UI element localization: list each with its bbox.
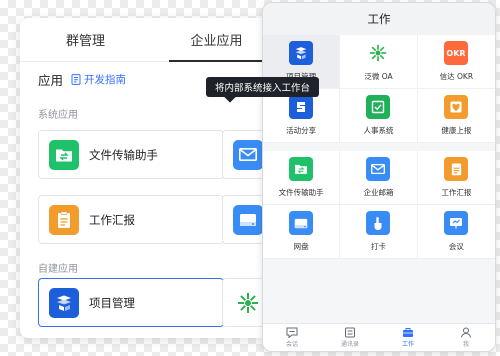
grid-item-drive[interactable]: 网盘 bbox=[263, 205, 341, 259]
dev-guide-label: 开发指南 bbox=[84, 73, 127, 86]
mobile-tabbar: 会话 通讯录 工作 我 bbox=[263, 323, 495, 351]
grid-item-label: 活动分享 bbox=[286, 126, 317, 135]
grid-item-label: 健康上报 bbox=[441, 126, 472, 135]
dev-guide-link[interactable]: 开发指南 bbox=[71, 72, 126, 87]
grid-item-label: 人事系统 bbox=[363, 126, 394, 135]
app-card-file-transfer[interactable]: 文件传输助手 bbox=[38, 130, 224, 179]
meeting-icon bbox=[444, 211, 469, 235]
app-card-work-report[interactable]: 工作汇报 bbox=[38, 195, 224, 244]
contacts-icon bbox=[345, 327, 355, 338]
project-icon bbox=[49, 287, 79, 318]
app-grid-system: 文件传输助手 企业邮箱 工作汇报 网盘 打卡 会议 bbox=[263, 151, 495, 259]
grid-item-activity-share[interactable]: 活动分享 bbox=[263, 89, 341, 143]
admin-tabs: 群管理 企业应用 bbox=[20, 18, 282, 62]
report-icon bbox=[444, 157, 469, 181]
svg-text:OKR: OKR bbox=[447, 49, 466, 58]
chat-icon bbox=[286, 327, 298, 338]
app-card-project-management[interactable]: 项目管理 bbox=[38, 278, 224, 327]
project-icon bbox=[289, 41, 314, 65]
tabbar-label: 我 bbox=[462, 341, 469, 348]
mail-icon bbox=[233, 139, 263, 170]
grid-item-enterprise-mail[interactable]: 企业邮箱 bbox=[340, 151, 418, 205]
grid-item-label: 打卡 bbox=[370, 242, 386, 251]
mail-icon bbox=[366, 157, 391, 181]
app-label: 工作汇报 bbox=[89, 212, 135, 227]
file-transfer-icon bbox=[289, 157, 314, 181]
file-transfer-icon bbox=[49, 139, 79, 170]
grid-item-label: 文件传输助手 bbox=[278, 188, 324, 197]
grid-item-health-report[interactable]: 健康上报 bbox=[417, 89, 495, 143]
tabbar-item-contacts[interactable]: 通讯录 bbox=[321, 324, 379, 351]
document-icon bbox=[71, 73, 81, 85]
grid-item-fanwei-oa[interactable]: 泛微 OA bbox=[340, 35, 418, 89]
mobile-preview: 工作 项目管理 泛微 OA OKR 信达 OKR 活动分享 bbox=[262, 2, 496, 352]
profile-icon bbox=[461, 327, 471, 338]
grid-item-okr[interactable]: OKR 信达 OKR bbox=[417, 35, 495, 89]
grid-item-label: 泛微 OA bbox=[364, 72, 393, 81]
tabbar-label: 会话 bbox=[285, 341, 298, 348]
app-label: 项目管理 bbox=[89, 295, 135, 310]
fanwei-oa-icon bbox=[233, 287, 263, 318]
tab-group-management[interactable]: 群管理 bbox=[20, 18, 151, 61]
tabbar-item-me[interactable]: 我 bbox=[437, 324, 495, 351]
tooltip: 将内部系统接入工作台 bbox=[206, 77, 320, 97]
fanwei-oa-icon bbox=[366, 41, 391, 65]
activity-share-icon bbox=[289, 95, 314, 119]
grid-item-hr-system[interactable]: 人事系统 bbox=[340, 89, 418, 143]
hr-icon bbox=[366, 95, 391, 119]
grid-item-clock-in[interactable]: 打卡 bbox=[340, 205, 418, 259]
grid-item-label: 企业邮箱 bbox=[363, 188, 394, 197]
admin-panel: 群管理 企业应用 应用 开发指南 系统应用 文件传输助手 工作汇报 自建应用 项… bbox=[20, 18, 282, 338]
grid-item-file-transfer[interactable]: 文件传输助手 bbox=[263, 151, 341, 205]
drive-icon bbox=[233, 204, 263, 235]
tabbar-item-work[interactable]: 工作 bbox=[379, 324, 437, 351]
grid-item-work-report[interactable]: 工作汇报 bbox=[417, 151, 495, 205]
section-title: 应用 bbox=[38, 72, 64, 88]
grid-item-meeting[interactable]: 会议 bbox=[417, 205, 495, 259]
custom-apps-label: 自建应用 bbox=[38, 264, 78, 275]
tabbar-label: 通讯录 bbox=[340, 341, 359, 348]
health-icon bbox=[444, 95, 469, 119]
grid-item-label: 会议 bbox=[448, 242, 464, 251]
system-apps-label: 系统应用 bbox=[38, 110, 78, 121]
clock-in-icon bbox=[366, 211, 391, 235]
mobile-title: 工作 bbox=[263, 3, 495, 35]
okr-icon: OKR bbox=[444, 41, 469, 65]
tabbar-label: 工作 bbox=[401, 341, 414, 348]
grid-item-label: 信达 OKR bbox=[439, 72, 474, 81]
work-icon bbox=[403, 328, 413, 337]
grid-item-label: 工作汇报 bbox=[441, 188, 472, 197]
report-icon bbox=[49, 204, 79, 235]
grid-item-label: 网盘 bbox=[293, 242, 309, 251]
app-label: 文件传输助手 bbox=[89, 147, 158, 162]
tabbar-item-chat[interactable]: 会话 bbox=[263, 324, 321, 351]
drive-icon bbox=[289, 211, 314, 235]
